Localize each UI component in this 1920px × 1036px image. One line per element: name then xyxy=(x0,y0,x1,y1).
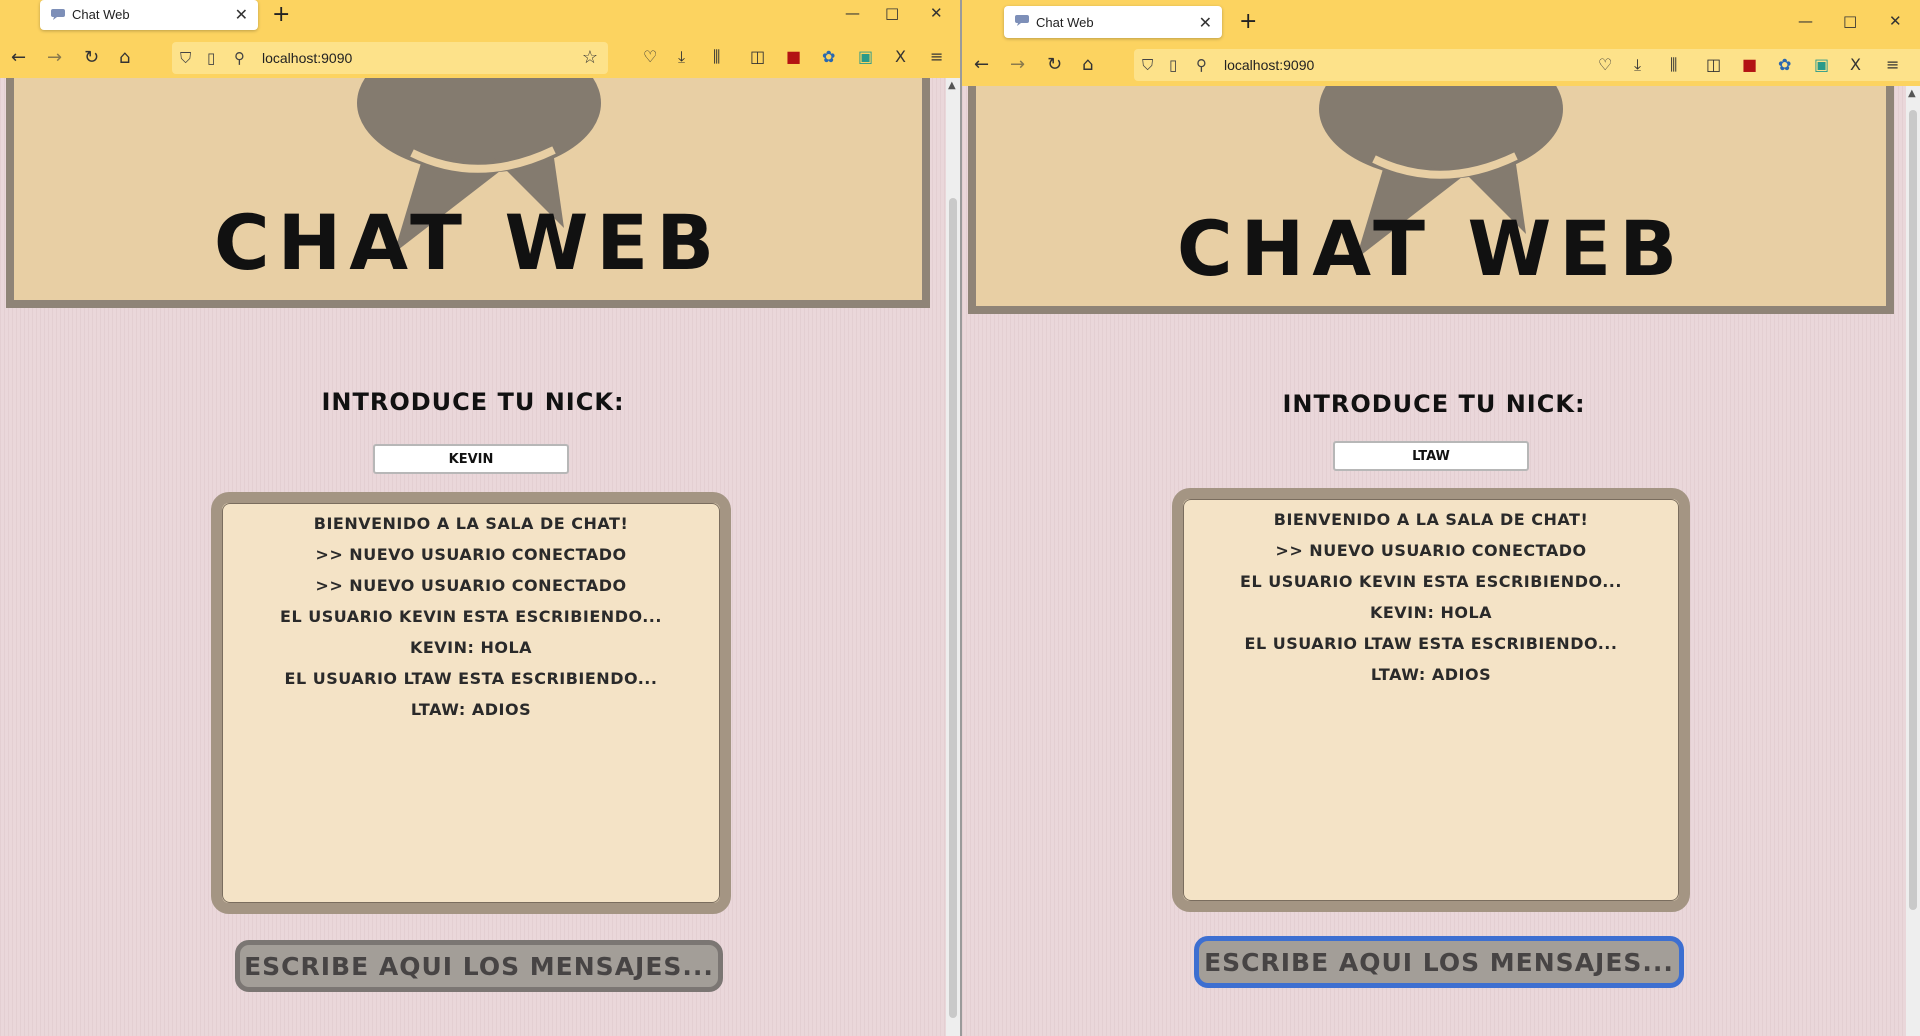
tab-chat-web[interactable]: Chat Web ✕ xyxy=(1004,6,1222,38)
scrollbar-thumb[interactable] xyxy=(949,198,957,1018)
reload-icon[interactable]: ↻ xyxy=(84,47,99,68)
chat-message: >> Nuevo usuario conectado xyxy=(1275,541,1587,560)
download-icon[interactable]: ⤓ xyxy=(1634,55,1641,75)
forward-icon[interactable]: → xyxy=(1010,54,1025,75)
chat-message: KEVIN: hola xyxy=(1369,603,1493,622)
new-tab-icon[interactable]: + xyxy=(272,2,290,27)
chat-box: Bienvenido a la sala de chat! >> Nuevo u… xyxy=(211,492,731,914)
chat-message: LTAW: adios xyxy=(1370,665,1492,684)
back-icon[interactable]: ← xyxy=(11,47,26,68)
sidebar-icon[interactable]: ◫ xyxy=(1706,55,1721,74)
message-input[interactable] xyxy=(1194,936,1684,988)
tab-title: Chat Web xyxy=(72,7,130,22)
sidebar-icon[interactable]: ◫ xyxy=(750,47,765,66)
tab-bar: Chat Web ✕ + — □ ✕ xyxy=(962,0,1920,44)
home-icon[interactable]: ⌂ xyxy=(1082,54,1093,75)
chat-message: LTAW: adios xyxy=(410,700,532,719)
chat-message: KEVIN: hola xyxy=(409,638,533,657)
new-tab-icon[interactable]: + xyxy=(1239,9,1257,34)
tab-chat-web[interactable]: Chat Web ✕ xyxy=(40,0,258,30)
chat-page: CHAT WEB Introduce tu nick: Bienvenido a… xyxy=(0,78,946,1036)
nick-input[interactable] xyxy=(1333,441,1529,471)
extension-x-icon[interactable]: X xyxy=(895,47,906,66)
extension-icon[interactable]: ✿ xyxy=(822,47,835,66)
library-icon[interactable]: ⫼ xyxy=(1670,55,1677,75)
chat-messages: Bienvenido a la sala de chat! >> Nuevo u… xyxy=(1183,499,1679,901)
page-icon[interactable]: ▯ xyxy=(1169,56,1177,74)
header-banner: CHAT WEB xyxy=(6,78,930,308)
header-banner: CHAT WEB xyxy=(968,86,1894,314)
permissions-icon[interactable]: ⚲ xyxy=(1196,56,1207,74)
chat-message: Bienvenido a la sala de chat! xyxy=(313,514,629,533)
library-icon[interactable]: ⫼ xyxy=(713,47,720,67)
tab-bar: Chat Web ✕ + — □ ✕ xyxy=(0,0,960,38)
tracking-shield-icon[interactable]: ⛉ xyxy=(1142,56,1153,74)
home-icon[interactable]: ⌂ xyxy=(119,47,130,68)
chat-message: El usuario LTAW esta escribiendo... xyxy=(284,669,658,688)
nick-input[interactable] xyxy=(373,444,569,474)
nav-bar: ← → ↻ ⌂ ⛉ ▯ ⚲ localhost:9090 ☆ ♡ ⤓ ⫼ ◫ ■… xyxy=(962,44,1920,86)
ublock-icon[interactable]: ■ xyxy=(1742,55,1757,74)
nav-bar: ← → ↻ ⌂ ⛉ ▯ ⚲ localhost:9090 ☆ ♡ ⤓ ⫼ ◫ ■… xyxy=(0,38,960,78)
chat-message: El usuario KEVIN esta escribiendo... xyxy=(280,607,662,626)
close-window-icon[interactable]: ✕ xyxy=(930,4,943,22)
browser-window-right: Chat Web ✕ + — □ ✕ ← → ↻ ⌂ ⛉ ▯ ⚲ localho… xyxy=(962,0,1920,1036)
page-title: CHAT WEB xyxy=(213,198,723,287)
scroll-up-icon[interactable]: ▲ xyxy=(948,80,956,91)
scroll-up-icon[interactable]: ▲ xyxy=(1908,88,1916,99)
tab-close-icon[interactable]: ✕ xyxy=(1199,13,1212,33)
close-window-icon[interactable]: ✕ xyxy=(1889,12,1902,30)
pocket-icon[interactable]: ♡ xyxy=(1598,55,1612,74)
download-icon[interactable]: ⤓ xyxy=(678,47,685,67)
chat-message: >> Nuevo usuario conectado xyxy=(315,545,627,564)
page-title: CHAT WEB xyxy=(1176,204,1686,293)
back-icon[interactable]: ← xyxy=(974,54,989,75)
minimize-icon[interactable]: — xyxy=(1798,12,1813,30)
tab-close-icon[interactable]: ✕ xyxy=(235,5,248,25)
forward-icon[interactable]: → xyxy=(47,47,62,68)
minimize-icon[interactable]: — xyxy=(845,4,860,22)
permissions-icon[interactable]: ⚲ xyxy=(234,49,245,67)
chat-messages: Bienvenido a la sala de chat! >> Nuevo u… xyxy=(222,503,720,903)
chat-favicon-icon xyxy=(51,9,65,20)
chat-favicon-icon xyxy=(1015,15,1029,26)
extension-x-icon[interactable]: X xyxy=(1850,55,1861,74)
chat-box: Bienvenido a la sala de chat! >> Nuevo u… xyxy=(1172,488,1690,912)
menu-icon[interactable]: ≡ xyxy=(1886,55,1899,74)
maximize-icon[interactable]: □ xyxy=(1843,12,1857,30)
pocket-icon[interactable]: ♡ xyxy=(643,47,657,66)
url-text[interactable]: localhost:9090 xyxy=(262,50,352,66)
ublock-icon[interactable]: ■ xyxy=(786,47,801,66)
page-scrollbar[interactable]: ▲ xyxy=(1906,86,1920,1036)
chat-page: CHAT WEB Introduce tu nick: Bienvenido a… xyxy=(962,86,1906,1036)
extension-teal-icon[interactable]: ▣ xyxy=(858,47,873,66)
chat-message: Bienvenido a la sala de chat! xyxy=(1273,510,1589,529)
chat-message: El usuario KEVIN esta escribiendo... xyxy=(1240,572,1622,591)
tab-title: Chat Web xyxy=(1036,15,1094,30)
nick-label: Introduce tu nick: xyxy=(321,388,625,416)
bookmark-star-icon[interactable]: ☆ xyxy=(582,47,598,68)
url-bar[interactable]: ⛉ ▯ ⚲ localhost:9090 ☆ xyxy=(172,42,608,74)
page-scrollbar[interactable]: ▲ xyxy=(946,78,960,1036)
extension-teal-icon[interactable]: ▣ xyxy=(1814,55,1829,74)
maximize-icon[interactable]: □ xyxy=(885,4,899,22)
reload-icon[interactable]: ↻ xyxy=(1047,54,1062,75)
page-icon[interactable]: ▯ xyxy=(207,49,215,67)
chat-message: El usuario LTAW esta escribiendo... xyxy=(1244,634,1618,653)
url-text[interactable]: localhost:9090 xyxy=(1224,57,1314,73)
chat-message: >> Nuevo usuario conectado xyxy=(315,576,627,595)
scrollbar-thumb[interactable] xyxy=(1909,110,1917,910)
tracking-shield-icon[interactable]: ⛉ xyxy=(180,49,191,67)
message-input[interactable] xyxy=(235,940,723,992)
menu-icon[interactable]: ≡ xyxy=(930,47,943,66)
nick-label: Introduce tu nick: xyxy=(1282,390,1586,418)
browser-window-left: Chat Web ✕ + — □ ✕ ← → ↻ ⌂ ⛉ ▯ ⚲ localho… xyxy=(0,0,960,1036)
extension-icon[interactable]: ✿ xyxy=(1778,55,1791,74)
url-bar[interactable]: ⛉ ▯ ⚲ localhost:9090 ☆ xyxy=(1134,49,1920,81)
